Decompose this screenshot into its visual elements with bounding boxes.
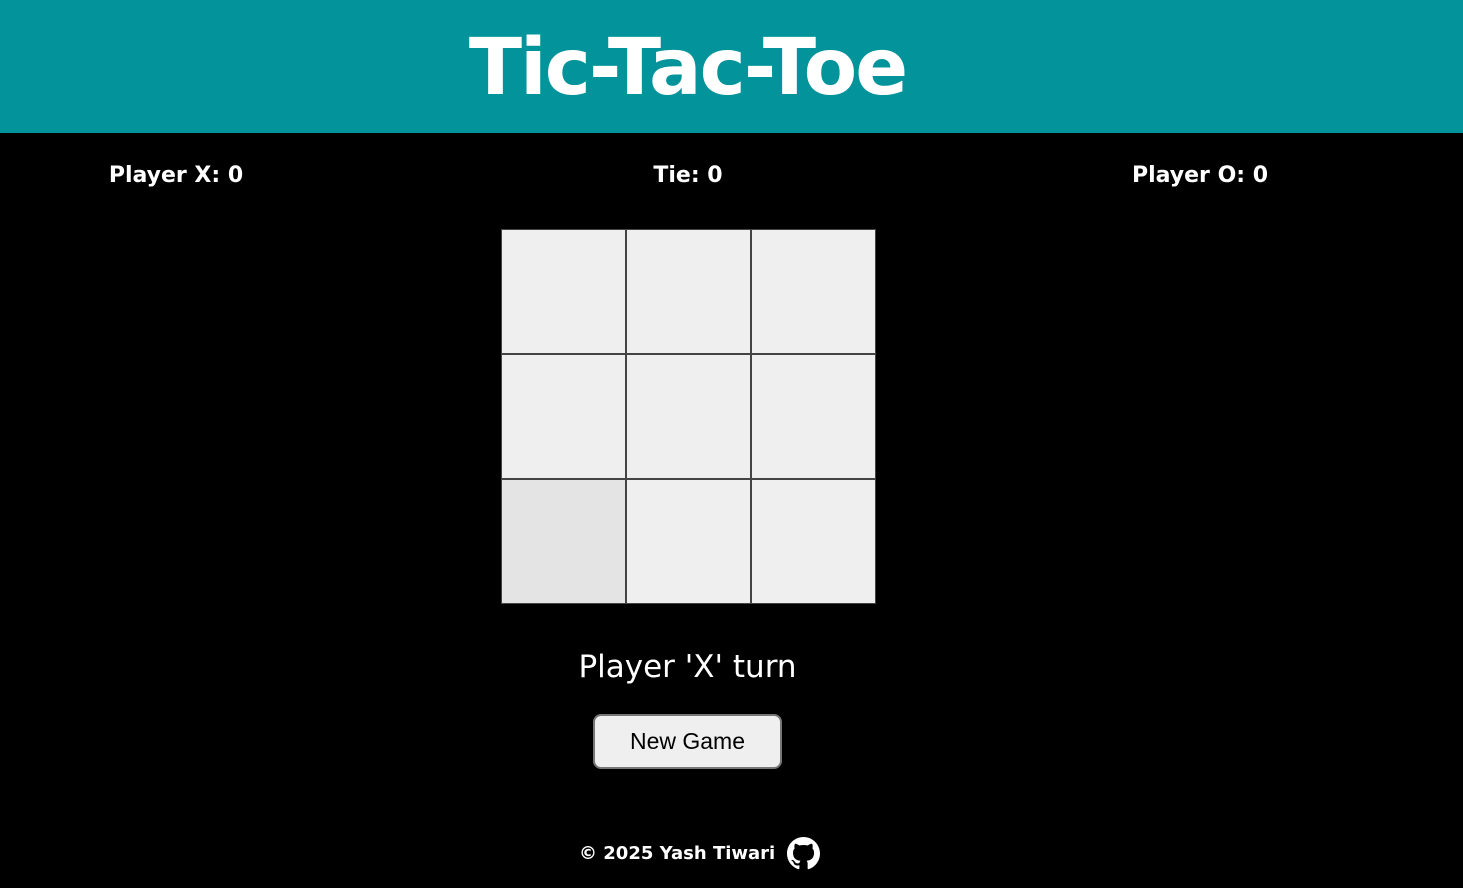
page-title: Tic-Tac-Toe [468,23,908,113]
board-cell-3[interactable] [751,229,876,354]
new-game-button[interactable]: New Game [593,714,782,769]
header-bar: Tic-Tac-Toe [0,0,1463,133]
footer: © 2025 Yash Tiwari [579,836,821,870]
game-board [501,229,876,604]
board-cell-1[interactable] [501,229,626,354]
board-cell-4[interactable] [501,354,626,479]
board-cell-5[interactable] [626,354,751,479]
board-cell-2[interactable] [626,229,751,354]
board-cell-6[interactable] [751,354,876,479]
score-player-o: Player O: 0 [1131,163,1269,188]
board-cell-7[interactable] [501,479,626,604]
score-tie: Tie: 0 [653,163,723,188]
board-cell-9[interactable] [751,479,876,604]
board-cell-8[interactable] [626,479,751,604]
turn-status: Player 'X' turn [578,649,797,685]
score-player-x: Player X: 0 [108,163,244,188]
copyright-text: © 2025 Yash Tiwari [579,842,776,864]
github-icon[interactable] [787,836,821,870]
